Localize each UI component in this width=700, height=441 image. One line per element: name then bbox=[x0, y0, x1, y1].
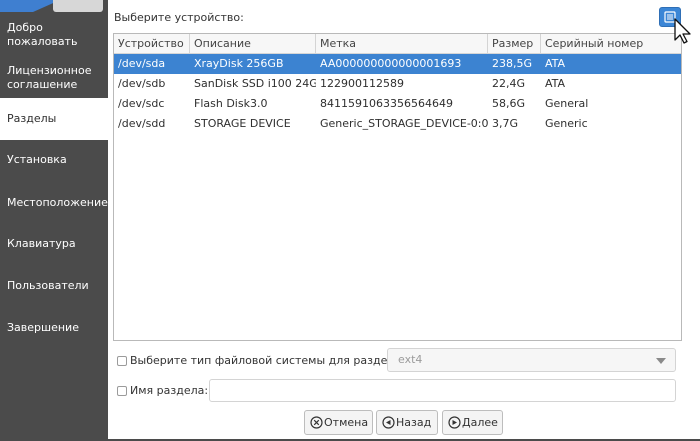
device-table[interactable]: Устройство Описание Метка Размер Серийны… bbox=[113, 33, 682, 341]
fs-type-label: Выберите тип файловой системы для раздел… bbox=[130, 354, 402, 367]
cell-label: 122900112589 bbox=[320, 77, 404, 90]
back-button[interactable]: Назад bbox=[376, 410, 438, 435]
table-row[interactable]: /dev/sdb SanDisk SSD i100 24GB 122900112… bbox=[114, 74, 681, 94]
partition-name-input[interactable] bbox=[209, 379, 676, 402]
column-label[interactable]: Метка bbox=[316, 34, 488, 53]
sidebar-item-welcome[interactable]: Добро пожаловать bbox=[0, 21, 108, 53]
chevron-down-icon bbox=[656, 358, 666, 364]
table-header: Устройство Описание Метка Размер Серийны… bbox=[114, 34, 681, 54]
cancel-icon bbox=[310, 416, 323, 429]
cell-label: AA000000000000001693 bbox=[320, 57, 462, 70]
back-button-label: Назад bbox=[396, 416, 432, 429]
cell-device: /dev/sdc bbox=[118, 97, 165, 110]
cell-device: /dev/sda bbox=[118, 57, 166, 70]
device-prompt: Выберите устройство: bbox=[114, 11, 244, 24]
table-row[interactable]: /dev/sdd STORAGE DEVICE Generic_STORAGE_… bbox=[114, 114, 681, 134]
cell-serial: Generic bbox=[545, 117, 588, 130]
cell-description: STORAGE DEVICE bbox=[194, 117, 291, 130]
cell-device: /dev/sdb bbox=[118, 77, 166, 90]
cell-description: Flash Disk3.0 bbox=[194, 97, 268, 110]
arrow-right-icon bbox=[448, 416, 461, 429]
cancel-button-label: Отмена bbox=[324, 416, 369, 429]
sidebar-item-keyboard[interactable]: Клавиатура bbox=[0, 237, 108, 253]
table-row[interactable]: /dev/sdc Flash Disk3.0 84115910633565646… bbox=[114, 94, 681, 114]
cell-size: 238,5G bbox=[492, 57, 533, 70]
cell-size: 3,7G bbox=[492, 117, 519, 130]
next-button[interactable]: Далее bbox=[442, 410, 503, 435]
fs-type-select[interactable]: ext4 bbox=[387, 348, 676, 372]
main-panel: Выберите устройство: Устройство Описание… bbox=[108, 0, 700, 441]
logo-blue-shape bbox=[0, 0, 60, 12]
cell-serial: General bbox=[545, 97, 589, 110]
cancel-button[interactable]: Отмена bbox=[304, 410, 373, 435]
sidebar-item-finish[interactable]: Завершение bbox=[0, 321, 108, 337]
sidebar-item-partitions[interactable]: Разделы bbox=[0, 98, 108, 140]
cell-description: XrayDisk 256GB bbox=[194, 57, 284, 70]
sidebar: Добро пожаловать Лицензионное соглашение… bbox=[0, 0, 108, 441]
column-serial[interactable]: Серийный номер bbox=[541, 34, 681, 53]
column-size[interactable]: Размер bbox=[488, 34, 541, 53]
cell-description: SanDisk SSD i100 24GB bbox=[194, 77, 316, 90]
partition-name-label: Имя раздела: bbox=[130, 384, 209, 397]
logo-gray-shape bbox=[53, 0, 103, 12]
fs-type-checkbox[interactable] bbox=[117, 356, 127, 366]
cell-label: 8411591063356564649 bbox=[320, 97, 453, 110]
cell-device: /dev/sdd bbox=[118, 117, 166, 130]
cell-serial: ATA bbox=[545, 57, 566, 70]
cell-size: 58,6G bbox=[492, 97, 526, 110]
next-button-label: Далее bbox=[462, 416, 498, 429]
sidebar-item-installation[interactable]: Установка bbox=[0, 153, 108, 169]
cell-serial: ATA bbox=[545, 77, 566, 90]
table-row[interactable]: /dev/sda XrayDisk 256GB AA00000000000000… bbox=[114, 54, 681, 74]
column-description[interactable]: Описание bbox=[190, 34, 316, 53]
cell-size: 22,4G bbox=[492, 77, 526, 90]
fs-type-value: ext4 bbox=[398, 353, 423, 366]
mouse-cursor-icon bbox=[674, 18, 691, 44]
arrow-left-icon bbox=[382, 416, 395, 429]
logo bbox=[0, 0, 108, 12]
partition-name-checkbox[interactable] bbox=[117, 386, 127, 396]
sidebar-item-users[interactable]: Пользователи bbox=[0, 279, 108, 295]
sidebar-item-license[interactable]: Лицензионное соглашение bbox=[0, 64, 108, 96]
cell-label: Generic_STORAGE_DEVICE-0:0 bbox=[320, 117, 488, 130]
sidebar-item-location[interactable]: Местоположение bbox=[0, 196, 108, 212]
column-device[interactable]: Устройство bbox=[114, 34, 190, 53]
